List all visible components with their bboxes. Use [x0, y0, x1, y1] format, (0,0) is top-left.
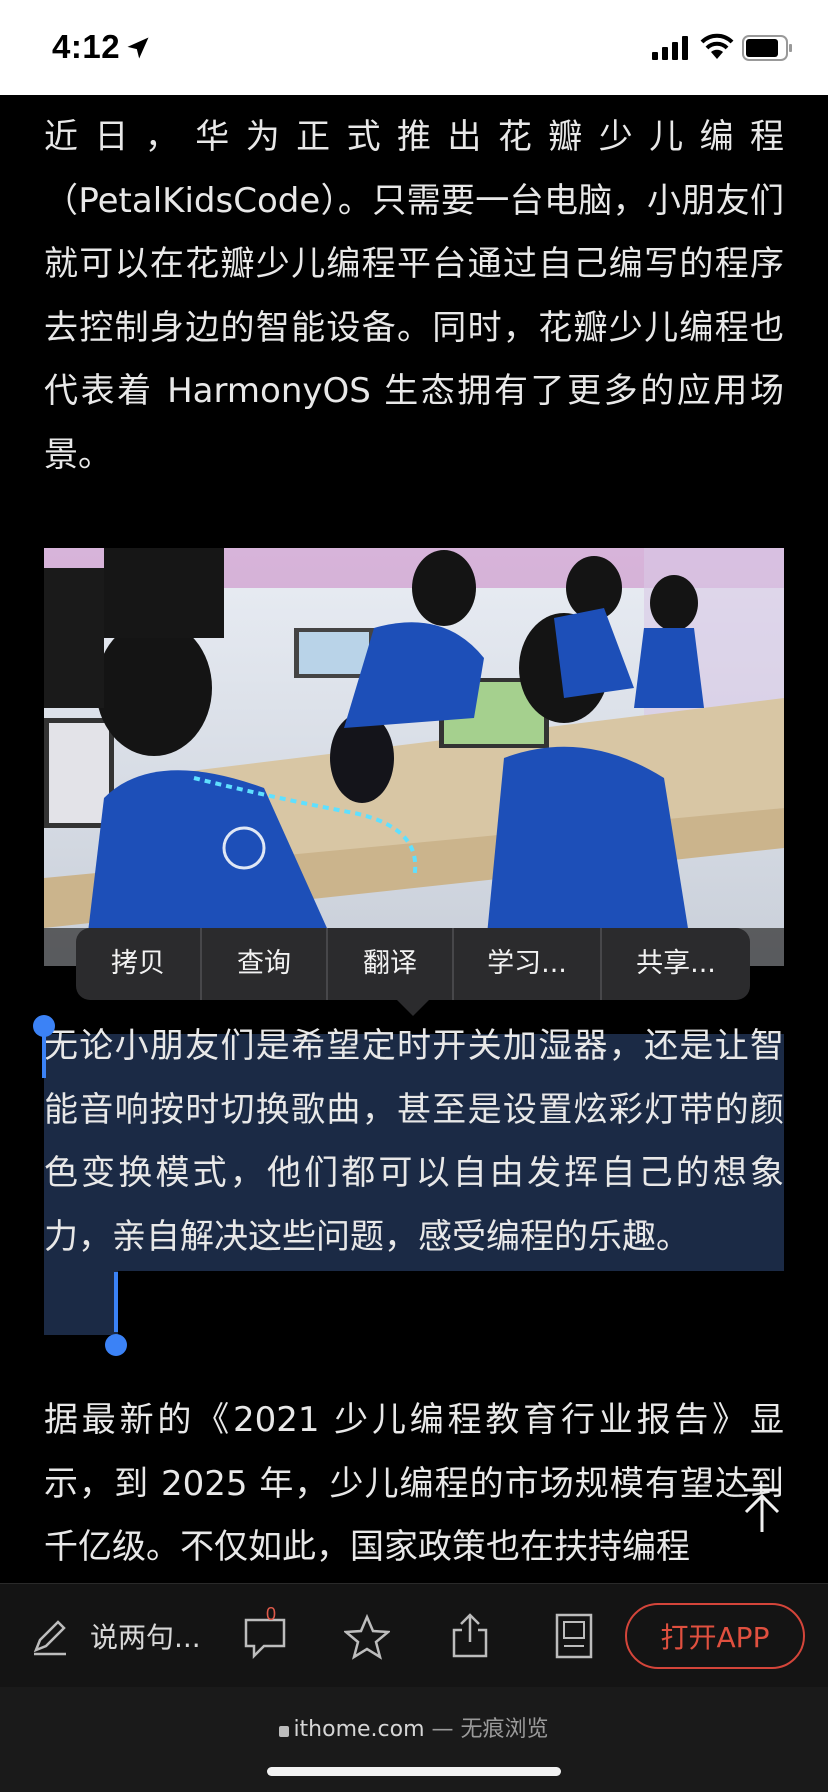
scroll-to-top-icon[interactable] — [740, 1486, 784, 1534]
location-arrow-icon — [127, 37, 149, 59]
comment-count-badge: 0 — [266, 1604, 277, 1624]
kids-coding-photo — [44, 548, 784, 966]
cellular-signal-icon — [652, 36, 688, 60]
text-selection-highlight-end — [44, 1271, 118, 1335]
bottom-toolbar: 说两句... 0 打开APP — [0, 1583, 828, 1688]
home-indicator[interactable] — [267, 1767, 561, 1776]
menu-item-share[interactable]: 共享... — [602, 928, 750, 1000]
selection-end-handle[interactable] — [105, 1334, 127, 1356]
article-paragraph: 据最新的《2021 少儿编程教育行业报告》显示，到 2025 年，少儿编程的市场… — [44, 1400, 784, 1567]
url-domain: ithome.com — [293, 1717, 425, 1742]
menu-item-lookup[interactable]: 查询 — [202, 928, 328, 1000]
wifi-icon — [700, 33, 734, 59]
text-context-menu: 拷贝 查询 翻译 学习... 共享... — [76, 928, 750, 1000]
url-display[interactable]: ithome.com — 无痕浏览 — [0, 1711, 828, 1743]
open-app-button[interactable]: 打开APP — [625, 1603, 805, 1669]
article-paragraph: 近日，华为正式推出花瓣少儿编程（PetalKidsCode）。只需要一台电脑，小… — [44, 117, 784, 475]
article-paragraph-selected[interactable]: 无论小朋友们是希望定时开关加湿器，还是让智能音响按时切换歌曲，甚至是设置炫彩灯带… — [44, 1015, 784, 1269]
status-time: 4:12 — [52, 28, 121, 65]
star-icon[interactable] — [344, 1614, 390, 1660]
lock-icon — [279, 1726, 290, 1737]
share-icon[interactable] — [448, 1612, 492, 1660]
battery-icon — [742, 35, 792, 61]
context-menu-pointer — [397, 1000, 429, 1016]
selection-start-handle[interactable] — [33, 1015, 55, 1037]
private-browsing-label: 无痕浏览 — [460, 1717, 549, 1742]
comment-input[interactable]: 说两句... — [90, 1616, 201, 1656]
menu-item-learn[interactable]: 学习... — [454, 928, 602, 1000]
pen-icon[interactable] — [30, 1616, 70, 1656]
status-bar: 4:12 — [0, 0, 828, 95]
reader-layout-icon[interactable] — [554, 1612, 594, 1660]
menu-item-copy[interactable]: 拷贝 — [76, 928, 202, 1000]
menu-item-translate[interactable]: 翻译 — [328, 928, 454, 1000]
selection-end-handle-bar[interactable] — [114, 1272, 118, 1332]
article-photo[interactable] — [44, 548, 784, 966]
comment-icon[interactable] — [242, 1614, 288, 1660]
browser-url-bar[interactable]: ithome.com — 无痕浏览 — [0, 1687, 828, 1792]
url-separator: — — [424, 1717, 461, 1742]
